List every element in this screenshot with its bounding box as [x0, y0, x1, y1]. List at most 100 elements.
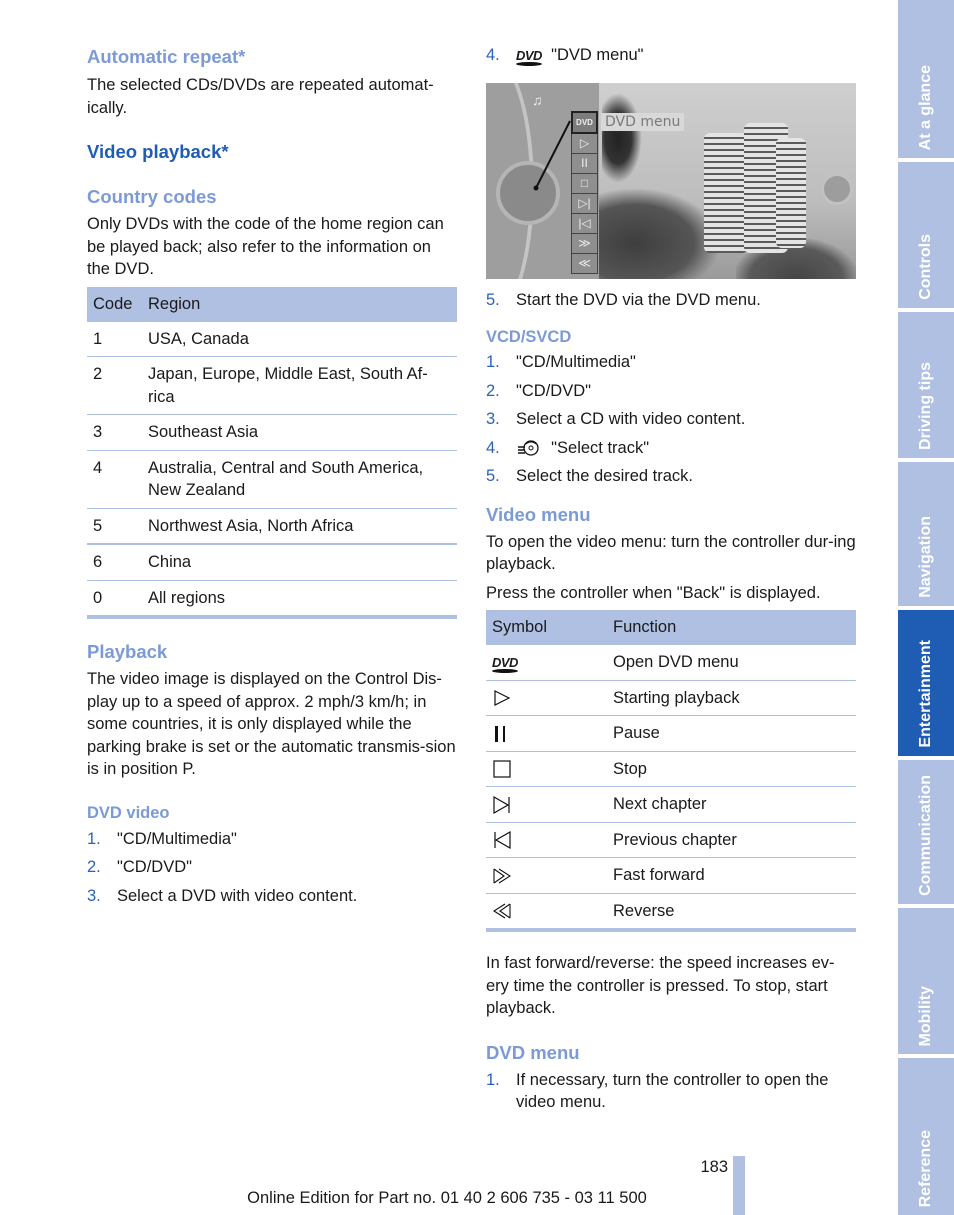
list-item: 1. "CD/Multimedia"	[87, 828, 457, 851]
code-cell: 4	[87, 450, 142, 509]
pause-icon	[495, 725, 505, 742]
region-cell: Southeast Asia	[142, 414, 457, 451]
dvd-step-5: 5. Start the DVD via the DVD menu.	[486, 289, 856, 312]
fast-forward-icon	[493, 868, 512, 884]
tab-at-a-glance[interactable]: At a glance	[898, 0, 954, 158]
step-number: 4.	[486, 46, 500, 64]
tab-controls[interactable]: Controls	[898, 162, 954, 308]
function-cell: Reverse	[607, 893, 856, 932]
tab-label: Communication	[917, 775, 934, 896]
list-item: 3. Select a DVD with video content.	[87, 885, 457, 908]
table-row: 3 Southeast Asia	[87, 414, 457, 451]
step-text: "CD/DVD"	[516, 381, 591, 400]
list-item: 4. DVD "DVD menu"	[486, 44, 856, 67]
step-text: Select a CD with video content.	[516, 410, 746, 428]
vcd-steps: 1. "CD/Multimedia" 2. "CD/DVD" 3. Select a …	[486, 351, 856, 488]
symbol-cell	[486, 751, 607, 787]
leaves-decoration	[602, 92, 642, 183]
tab-entertainment[interactable]: Entertainment	[898, 610, 954, 756]
country-codes-table: Code Region 1 USA, Canada 2 Japan, Europe,…	[87, 286, 457, 619]
play-icon	[494, 690, 511, 707]
automatic-repeat-text: The selected CDs/DVDs are repeated autom…	[87, 76, 434, 117]
table-row: Previous chapter	[486, 822, 856, 858]
table-row: DVD Open DVD menu	[486, 645, 856, 681]
step-text: "CD/DVD"	[117, 858, 192, 876]
function-cell: Stop	[607, 751, 856, 787]
table-row: Next chapter	[486, 786, 856, 823]
pointer-line	[533, 120, 571, 190]
region-cell: All regions	[142, 580, 457, 619]
function-cell: Fast forward	[607, 857, 856, 894]
list-item: 3. Select a CD with video content.	[486, 408, 856, 431]
heading-vcd-svcd: VCD/SVCD	[486, 328, 572, 346]
list-item: 4. "Select track"	[486, 437, 856, 460]
step-text: "Select track"	[551, 438, 650, 457]
heading-video-playback: Video playback*	[87, 141, 229, 162]
function-cell: Previous chapter	[607, 822, 856, 858]
symbol-cell	[486, 822, 607, 858]
trees-decoration	[599, 188, 719, 279]
next-chapter-icon	[493, 795, 510, 814]
tab-label: Mobility	[917, 985, 934, 1046]
table-row: 1 USA, Canada	[87, 321, 457, 357]
symbol-cell	[486, 680, 607, 716]
video-menu-text-1: To open the video menu: turn the control…	[486, 532, 856, 574]
chapter-tabs: At a glance Controls Driving tips Naviga…	[898, 0, 954, 1215]
list-item: 2. "CD/DVD"	[87, 856, 457, 879]
tab-label: Controls	[917, 234, 934, 300]
list-item: 5. Select the desired track.	[486, 465, 856, 488]
edition-footer: Online Edition for Part no. 01 40 2 606 …	[247, 1189, 647, 1207]
dvd-menu-steps: 1. If necessary, turn the controller to o…	[486, 1069, 856, 1114]
tab-driving-tips[interactable]: Driving tips	[898, 312, 954, 458]
table-row: Reverse	[486, 893, 856, 932]
list-item: 5. Start the DVD via the DVD menu.	[486, 289, 856, 312]
step-number: 4.	[486, 438, 500, 457]
heading-dvd-menu: DVD menu	[486, 1041, 580, 1063]
step-text: Select a DVD with video content.	[117, 886, 358, 905]
table-row: Fast forward	[486, 857, 856, 894]
tab-communication[interactable]: Communication	[898, 760, 954, 904]
table-header-row: Symbol Function	[486, 610, 856, 645]
right-knob-icon	[821, 172, 853, 205]
building-tower	[704, 132, 748, 253]
heading-video-menu: Video menu	[486, 503, 591, 525]
building-tower	[776, 137, 806, 248]
heading-country-codes: Country codes	[87, 186, 217, 207]
tab-label: Driving tips	[917, 361, 934, 450]
step-number: 2.	[87, 858, 101, 876]
table-row: Starting playback	[486, 680, 856, 716]
region-cell: Australia, Central and South America, Ne…	[142, 450, 457, 509]
table-row: 0 All regions	[87, 580, 457, 619]
symbol-cell	[486, 893, 607, 932]
heading-dvd-video: DVD video	[87, 803, 170, 822]
table-row: 5 Northwest Asia, North Africa	[87, 508, 457, 545]
tab-label: Reference	[917, 1129, 934, 1207]
code-cell: 5	[87, 508, 142, 545]
fast-forward-note: In fast forward/reverse: the speed incre…	[486, 954, 835, 1017]
stop-icon	[493, 760, 511, 778]
dvd-menu-screenshot: ♫ DVD ▷ II □ ▷| |◁ ≫ ≪ DVD menu	[486, 82, 856, 279]
left-column: Automatic repeat* The selected CDs/DVDs …	[87, 44, 457, 913]
select-track-icon	[518, 439, 539, 456]
step-number: 1.	[486, 1070, 500, 1089]
dvd-icon: DVD	[492, 656, 518, 673]
tab-navigation[interactable]: Navigation	[898, 462, 954, 606]
table-row: 2 Japan, Europe, Middle East, South Af-ri…	[87, 356, 457, 415]
step-text: "CD/Multimedia"	[117, 829, 237, 848]
tab-mobility[interactable]: Mobility	[898, 908, 954, 1054]
step-text: Start the DVD via the DVD menu.	[516, 290, 761, 309]
step-text: "CD/Multimedia"	[516, 353, 636, 371]
table-row: 4 Australia, Central and South America, N…	[87, 450, 457, 509]
tab-reference[interactable]: Reference	[898, 1058, 954, 1215]
region-cell: Japan, Europe, Middle East, South Af-ric…	[142, 356, 457, 415]
tab-label: Entertainment	[917, 640, 934, 748]
code-cell: 1	[87, 321, 142, 357]
function-cell: Starting playback	[607, 680, 856, 716]
table-row: Stop	[486, 751, 856, 787]
column-header-symbol: Symbol	[486, 610, 607, 645]
heading-automatic-repeat: Automatic repeat*	[87, 46, 246, 67]
table-header-row: Code Region	[87, 286, 457, 322]
step-text: If necessary, turn the controller to ope…	[516, 1070, 829, 1112]
list-item: 1. If necessary, turn the controller to o…	[486, 1069, 856, 1114]
step-text: Select the desired track.	[516, 467, 694, 485]
